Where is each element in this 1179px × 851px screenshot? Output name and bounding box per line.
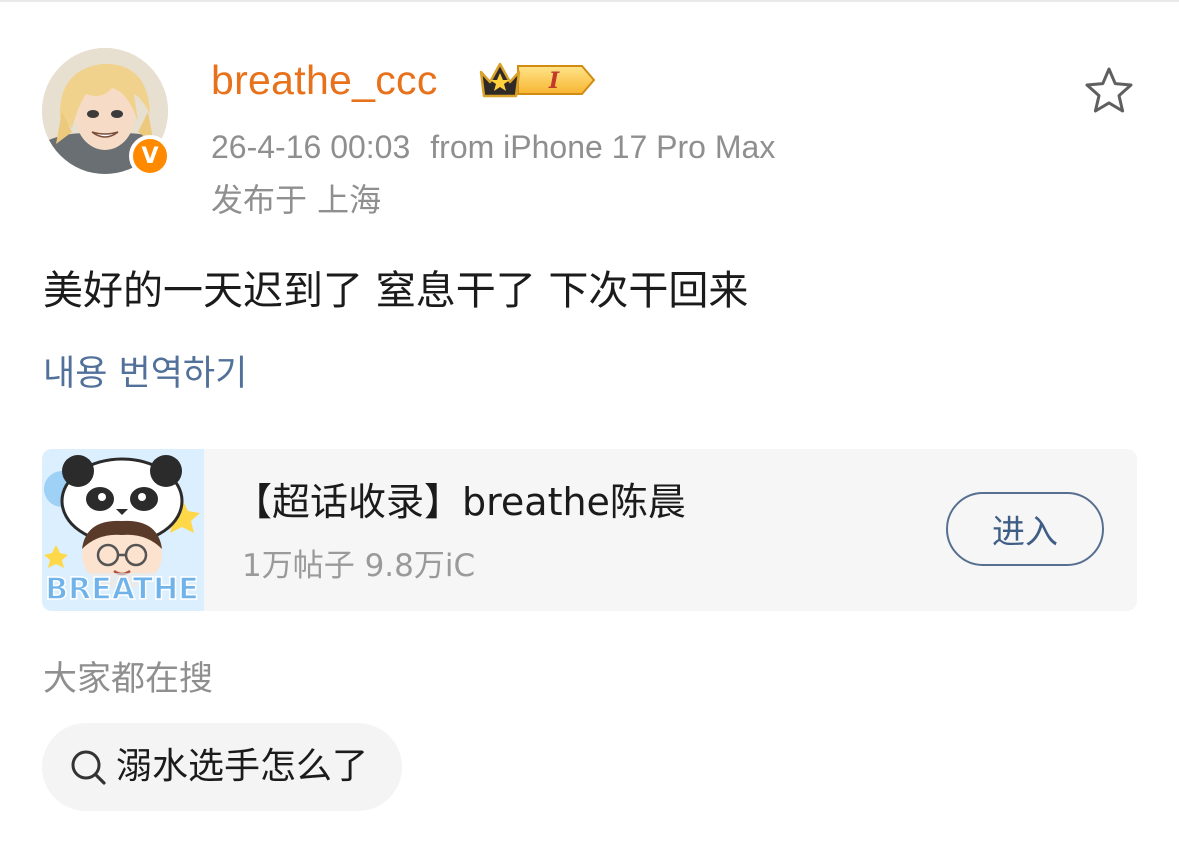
post-text: 美好的一天迟到了 窒息干了 下次干回来 <box>43 268 749 314</box>
post-source: from iPhone 17 Pro Max <box>430 129 776 165</box>
translate-link[interactable]: 내용 번역하기 <box>43 350 247 398</box>
trending-search-chip[interactable]: 溺水选手怎么了 <box>42 723 402 811</box>
thumbnail-text: BREATHE <box>45 572 198 607</box>
enter-button[interactable]: 进入 <box>946 492 1104 566</box>
verified-v-icon: V <box>129 135 171 177</box>
super-topic-stats: 1万帖子 9.8万iC <box>242 548 476 584</box>
author-username[interactable]: breathe_ccc <box>211 52 438 108</box>
panda-hat-character-thumbnail: BREATHE <box>42 449 204 611</box>
trending-heading: 大家都在搜 <box>43 659 213 699</box>
search-icon <box>71 750 106 785</box>
super-topic-card[interactable]: BREATHE 【超话收录】breathe陈晨 1万帖子 9.8万iC 进入 <box>42 449 1137 611</box>
trending-search-label: 溺水选手怎么了 <box>116 746 369 787</box>
top-divider <box>0 0 1179 2</box>
post-meta: 26-4-16 00:03 from iPhone 17 Pro Max <box>211 126 775 168</box>
vip-level: I <box>548 68 560 94</box>
post-date: 26-4-16 00:03 <box>211 129 411 165</box>
crown-vip-badge-icon[interactable]: I <box>478 58 596 102</box>
post-location: 发布于 上海 <box>211 181 382 219</box>
star-outline-icon[interactable] <box>1082 64 1136 118</box>
super-topic-title[interactable]: 【超话收录】breathe陈晨 <box>234 477 686 527</box>
